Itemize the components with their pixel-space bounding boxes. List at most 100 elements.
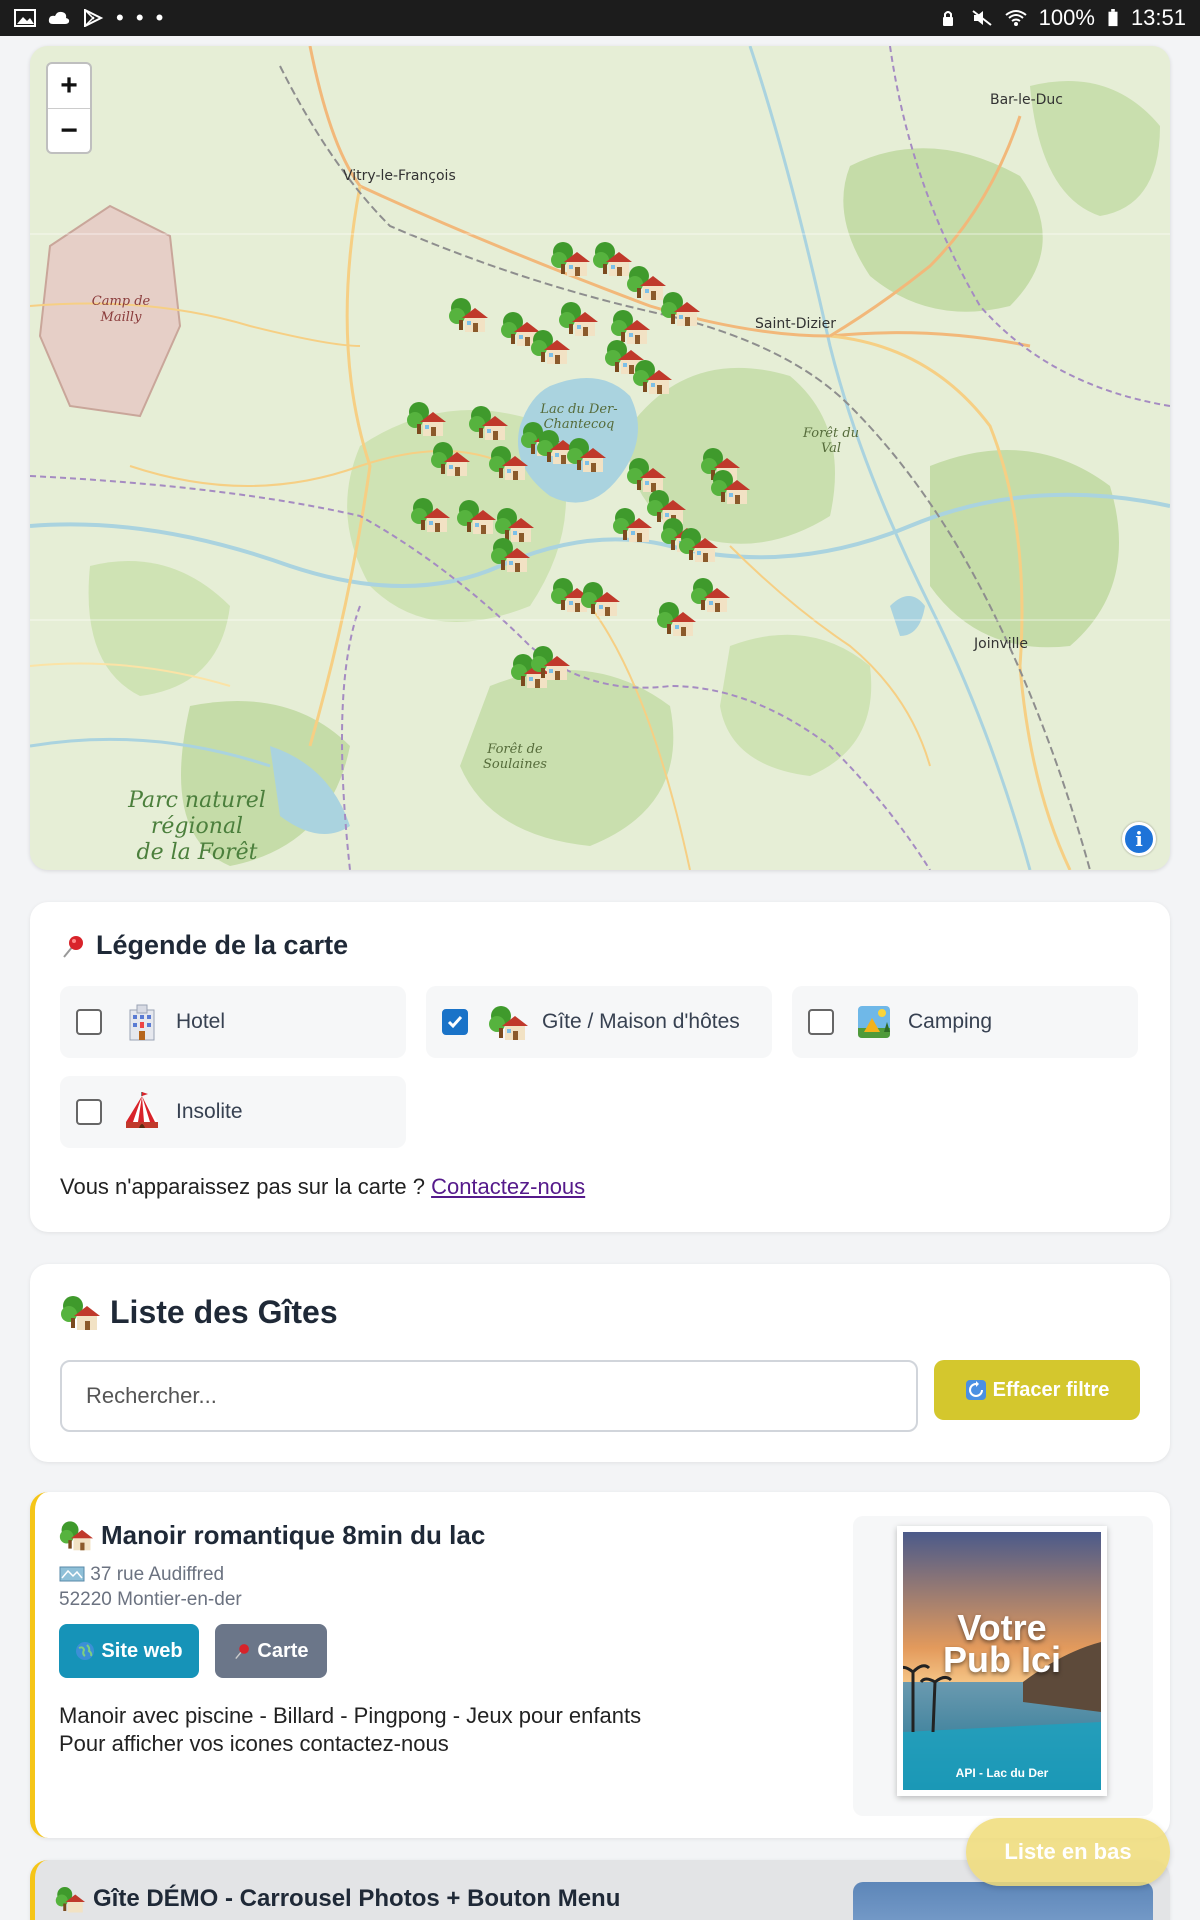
carte-button[interactable]: Carte <box>215 1624 327 1678</box>
listing-2-image[interactable] <box>853 1882 1153 1920</box>
description-line2: Pour afficher vos icones contactez-nous <box>59 1731 449 1756</box>
map-label-parc-line2: régional <box>150 814 244 839</box>
legend-item-gite[interactable]: Gîte / Maison d'hôtes <box>426 986 772 1058</box>
status-bar: • • • 100% 13:51 <box>0 0 1200 36</box>
camping-checkbox[interactable] <box>808 1009 834 1035</box>
hotel-checkbox[interactable] <box>76 1009 102 1035</box>
gite-marker[interactable] <box>710 466 750 506</box>
map-label-parc-line3: de la Forêt <box>136 840 258 865</box>
camping-label: Camping <box>908 1010 993 1033</box>
insolite-label: Insolite <box>176 1100 243 1123</box>
hotel-icon <box>129 1004 155 1041</box>
map-label-saint-dizier: Saint-Dizier <box>755 316 837 332</box>
gite-marker[interactable] <box>612 504 652 544</box>
gite-marker[interactable] <box>550 238 590 278</box>
gite-house-icon <box>691 578 730 612</box>
site-web-label: Site web <box>101 1639 183 1662</box>
lock-icon <box>942 11 953 26</box>
gite-house-icon <box>431 442 470 476</box>
listing-card: Manoir romantique 8min du lac 37 rue Aud… <box>30 1492 1170 1838</box>
gite-house-icon <box>469 406 508 440</box>
site-web-button[interactable]: Site web <box>59 1624 199 1678</box>
map[interactable]: Bar-le-Duc Vitry-le-François Saint-Dizie… <box>30 46 1170 870</box>
gite-house-icon <box>657 602 696 636</box>
gite-marker[interactable] <box>430 438 470 478</box>
map-label-parc: Parc naturel régional de la Forêt <box>122 788 272 866</box>
gite-house-icon <box>491 538 530 572</box>
list-card: Liste des Gîtes Rechercher... Effacer fi… <box>30 1264 1170 1462</box>
clear-filter-button[interactable]: Effacer filtre <box>934 1360 1140 1420</box>
search-input[interactable]: Rechercher... <box>60 1360 918 1432</box>
gite-marker[interactable] <box>656 598 696 638</box>
gite-marker[interactable] <box>660 288 700 328</box>
gite-marker[interactable] <box>530 642 570 682</box>
gite-house-icon <box>489 1006 528 1040</box>
gite-house-icon <box>59 1521 93 1551</box>
gite-marker[interactable] <box>448 294 488 334</box>
gite-marker[interactable] <box>468 402 508 442</box>
legend-title-text: Légende de la carte <box>96 930 349 960</box>
gite-house-icon <box>613 508 652 542</box>
cloud-icon <box>48 11 70 24</box>
gite-house-icon <box>679 528 718 562</box>
gite-house-icon <box>551 242 590 276</box>
legend-item-camping[interactable]: Camping <box>792 986 1138 1058</box>
legend-item-insolite[interactable]: Insolite <box>60 1076 406 1148</box>
address-line1: 37 rue Audiffred <box>59 1562 242 1587</box>
gite-house-icon <box>581 582 620 616</box>
carte-label: Carte <box>257 1639 309 1662</box>
hotel-label: Hotel <box>176 1010 226 1033</box>
zoom-in-button[interactable]: + <box>48 64 90 108</box>
address-line2: 52220 Montier-en-der <box>59 1589 242 1610</box>
refresh-icon <box>965 1380 986 1400</box>
gite-marker[interactable] <box>490 534 530 574</box>
gite-marker[interactable] <box>406 398 446 438</box>
gite-marker[interactable] <box>456 496 496 536</box>
info-icon[interactable]: i <box>1122 822 1156 856</box>
gite-marker[interactable] <box>410 494 450 534</box>
list-title-text: Liste des Gîtes <box>110 1293 338 1330</box>
gite-checkbox[interactable] <box>442 1009 468 1035</box>
gite-marker[interactable] <box>530 326 570 366</box>
gite-marker[interactable] <box>690 574 730 614</box>
status-bar-right: 100% 13:51 <box>937 5 1186 31</box>
gite-marker[interactable] <box>632 356 672 396</box>
map-label-parc-line1: Parc naturel <box>128 788 266 813</box>
ad-picture: Votre Pub Ici API - Lac du Der <box>903 1532 1101 1790</box>
gite-house-icon <box>61 1296 100 1330</box>
mute-icon <box>972 10 992 26</box>
gite-label: Gîte / Maison d'hôtes <box>542 1010 740 1033</box>
pushpin-icon <box>235 1644 250 1660</box>
gite-house-icon <box>407 402 446 436</box>
legend-title: Légende de la carte <box>60 930 348 961</box>
contact-link[interactable]: Contactez-nous <box>431 1174 585 1199</box>
gite-marker[interactable] <box>580 578 620 618</box>
ad-container[interactable]: Votre Pub Ici API - Lac du Der <box>853 1516 1153 1816</box>
gite-house-icon <box>55 1887 85 1913</box>
gite-marker[interactable] <box>566 434 606 474</box>
wifi-icon <box>1005 10 1027 26</box>
map-icon <box>59 1566 85 1582</box>
insolite-checkbox[interactable] <box>76 1099 102 1125</box>
listing-2-title: Gîte DÉMO - Carrousel Photos + Bouton Me… <box>55 1884 620 1914</box>
gite-house-icon <box>711 470 750 504</box>
map-label-foret-soulaines: Forêt de Soulaines <box>483 742 547 772</box>
gite-marker[interactable] <box>678 524 718 564</box>
map-label-vitry: Vitry-le-François <box>343 168 456 184</box>
listing-description: Manoir avec piscine - Billard - Pingpong… <box>59 1702 641 1758</box>
circus-tent-icon <box>126 1092 158 1128</box>
map-label-bar-le-duc: Bar-le-Duc <box>990 92 1064 108</box>
camping-icon <box>858 1006 890 1038</box>
address-line1-text: 37 rue Audiffred <box>90 1564 225 1585</box>
ad-image[interactable]: Votre Pub Ici API - Lac du Der <box>897 1526 1107 1796</box>
listing-title: Manoir romantique 8min du lac <box>59 1518 485 1552</box>
legend-contact-text: Vous n'apparaissez pas sur la carte ? <box>60 1174 432 1199</box>
gite-house-icon <box>661 292 700 326</box>
legend-item-hotel[interactable]: Hotel <box>60 986 406 1058</box>
gite-house-icon <box>633 360 672 394</box>
pushpin-icon <box>63 935 83 958</box>
liste-en-bas-button[interactable]: Liste en bas <box>966 1818 1170 1886</box>
overflow-dots: • • • <box>116 5 167 30</box>
ad-title: Votre Pub Ici <box>903 1610 1101 1678</box>
zoom-out-button[interactable]: − <box>48 108 90 152</box>
